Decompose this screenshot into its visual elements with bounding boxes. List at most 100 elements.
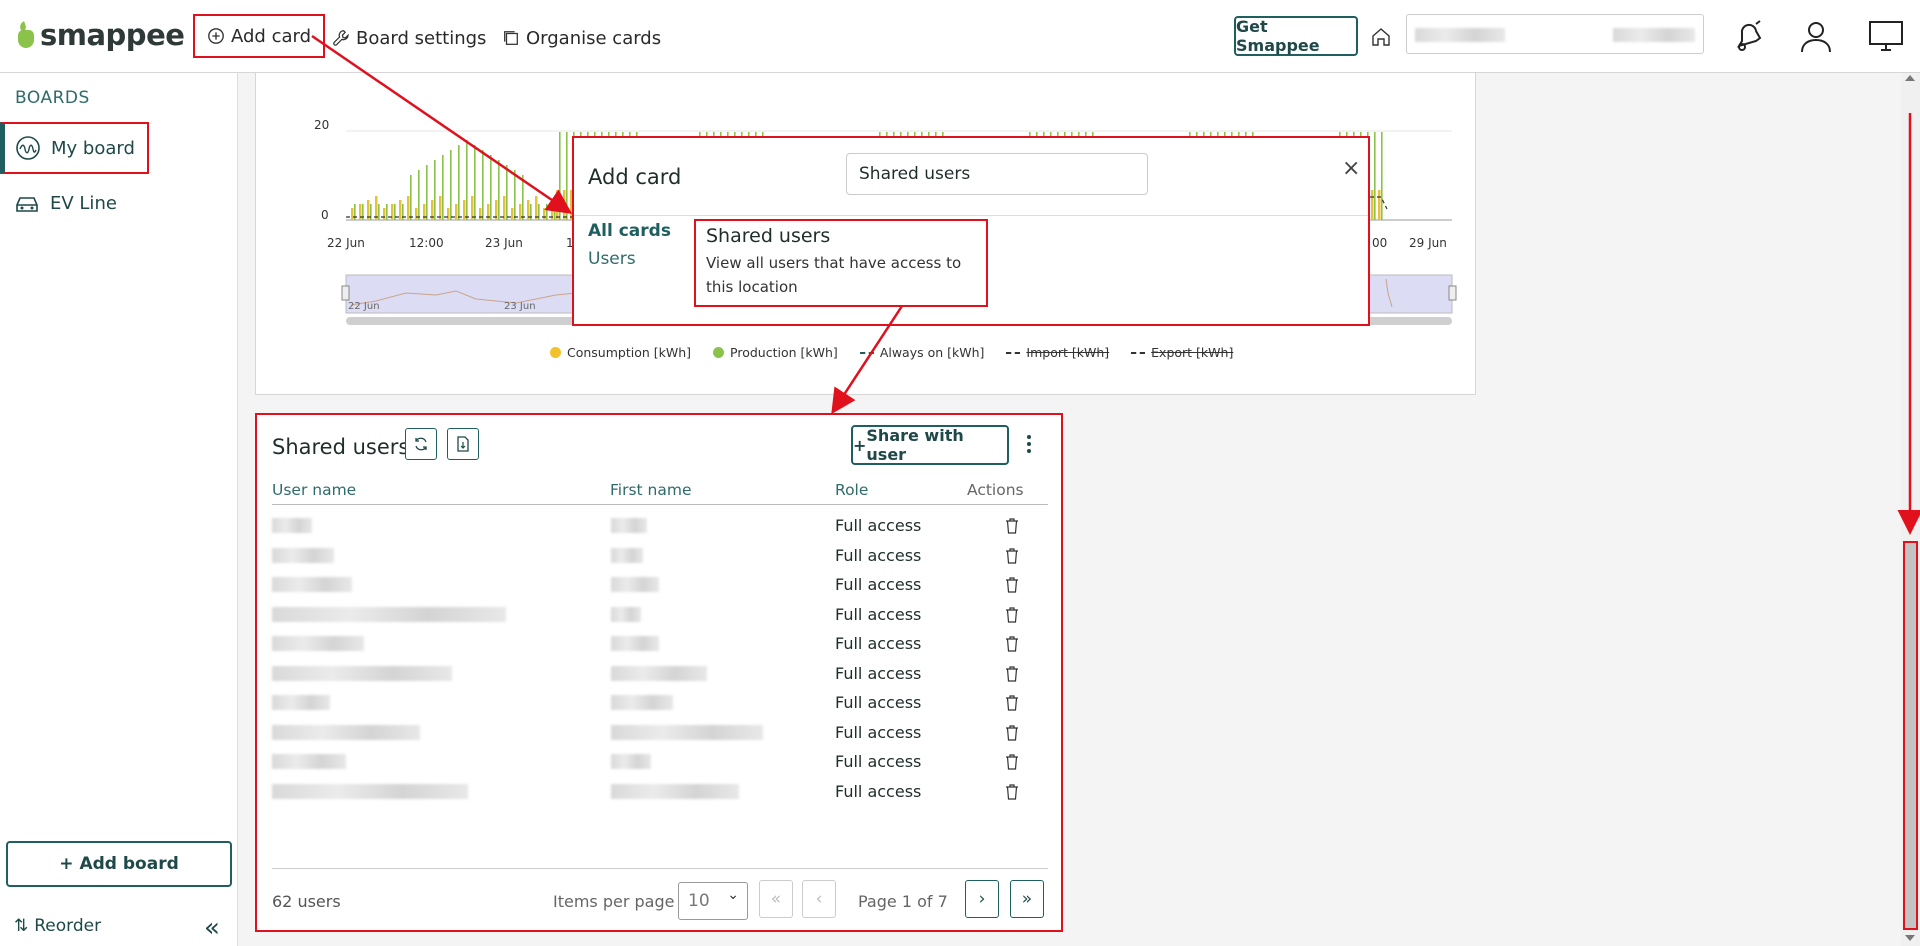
board-settings-button[interactable]: Board settings xyxy=(332,22,486,54)
add-card-button[interactable]: Add card xyxy=(193,14,326,58)
legend-label: Production [kWh] xyxy=(730,345,838,360)
organise-cards-button[interactable]: Organise cards xyxy=(502,22,661,54)
trash-icon[interactable] xyxy=(1005,606,1019,623)
consumption-bar xyxy=(543,208,546,220)
production-bar xyxy=(354,204,356,220)
add-board-label: Add board xyxy=(79,854,179,874)
column-header-first-name[interactable]: First name xyxy=(610,481,692,499)
refresh-button[interactable] xyxy=(405,428,437,460)
reorder-button[interactable]: ⇅ Reorder xyxy=(14,916,101,936)
legend-dot-icon xyxy=(713,347,725,358)
redacted-user-name xyxy=(272,636,364,651)
legend-label: Import [kWh] xyxy=(1026,345,1110,360)
legend-item-production[interactable]: Production [kWh] xyxy=(713,345,838,360)
table-row: Full access xyxy=(272,780,1048,804)
production-bar xyxy=(474,145,476,220)
redacted-user-name xyxy=(272,665,452,681)
production-bar xyxy=(538,204,540,220)
trash-icon[interactable] xyxy=(1005,518,1019,534)
monitor-icon[interactable] xyxy=(1868,18,1904,54)
trash-icon[interactable] xyxy=(1005,636,1019,652)
location-selector[interactable] xyxy=(1406,14,1704,54)
production-bar xyxy=(466,140,468,220)
previous-page-button[interactable]: ‹ xyxy=(802,880,836,918)
role-cell: Full access xyxy=(835,604,922,624)
production-bar xyxy=(530,204,532,220)
trash-icon[interactable] xyxy=(1005,754,1019,770)
last-page-button[interactable]: » xyxy=(1010,880,1044,918)
redacted-location-id xyxy=(1613,28,1695,42)
legend-item-import[interactable]: Import [kWh] xyxy=(1006,345,1109,360)
trash-icon[interactable] xyxy=(1005,724,1019,741)
production-bar xyxy=(566,132,568,220)
reorder-label: Reorder xyxy=(34,916,102,936)
table-row: Full access xyxy=(272,662,1048,686)
production-bar xyxy=(386,204,388,220)
collapse-sidebar-icon[interactable]: « xyxy=(204,913,220,943)
consumption-bar xyxy=(556,190,559,220)
export-button[interactable] xyxy=(447,428,479,460)
home-icon[interactable] xyxy=(1370,26,1392,48)
share-with-user-button[interactable]: + Share with user xyxy=(851,425,1009,465)
brand-name: smappee xyxy=(40,18,185,52)
legend-item-consumption[interactable]: Consumption [kWh] xyxy=(550,345,691,360)
production-bar xyxy=(490,155,492,220)
consumption-bar xyxy=(415,208,418,220)
consumption-bar xyxy=(487,204,490,220)
user-icon[interactable] xyxy=(1798,18,1834,54)
items-per-page-select[interactable]: 10 xyxy=(678,882,748,920)
redacted-first-name xyxy=(611,547,643,563)
consumption-bar xyxy=(479,208,482,220)
x-tick-label: 22 Jun xyxy=(327,236,365,250)
legend-item-export[interactable]: Export [kWh] xyxy=(1131,345,1233,360)
smappee-logo[interactable]: smappee xyxy=(16,18,185,52)
legend-dash-icon xyxy=(1006,351,1021,354)
board-settings-label: Board settings xyxy=(356,27,487,49)
result-title: Shared users xyxy=(706,225,831,247)
redacted-first-name xyxy=(611,695,673,710)
production-bar xyxy=(426,165,428,220)
get-smappee-button[interactable]: Get Smappee xyxy=(1234,16,1358,56)
table-row: Full access xyxy=(272,750,1048,774)
production-bar xyxy=(370,204,372,220)
add-card-label: Add card xyxy=(231,25,312,47)
header-divider xyxy=(272,504,1048,505)
card-result-shared-users[interactable]: Shared users View all users that have ac… xyxy=(694,219,988,307)
legend-label: Consumption [kWh] xyxy=(567,345,692,360)
legend-item-always-on[interactable]: Always on [kWh] xyxy=(859,345,984,360)
trash-icon[interactable] xyxy=(1005,783,1019,800)
navigator-tick-label: 23 Jun xyxy=(504,301,536,312)
scrollbar-thumb[interactable] xyxy=(1903,541,1918,930)
next-page-button[interactable]: › xyxy=(965,880,999,918)
shared-users-card: Shared users + Share with user User name… xyxy=(255,413,1063,932)
role-cell: Full access xyxy=(835,634,922,653)
scroll-down-arrow-icon[interactable] xyxy=(1905,935,1915,941)
consumption-bar xyxy=(563,190,566,220)
trash-icon[interactable] xyxy=(1005,577,1019,593)
consumption-bar xyxy=(351,208,354,220)
column-header-role[interactable]: Role xyxy=(835,481,868,499)
close-icon[interactable]: × xyxy=(1342,156,1360,181)
legend-dash-icon xyxy=(1131,351,1146,354)
category-users[interactable]: Users xyxy=(588,249,636,269)
wave-icon xyxy=(16,136,40,160)
consumption-bar xyxy=(1371,190,1374,220)
scroll-up-arrow-icon[interactable] xyxy=(1905,75,1915,81)
first-page-button[interactable]: « xyxy=(759,880,793,918)
column-header-user-name[interactable]: User name xyxy=(272,481,356,499)
more-options-icon[interactable] xyxy=(1025,435,1033,457)
trash-icon[interactable] xyxy=(1005,695,1019,711)
production-bar xyxy=(506,165,508,220)
bell-icon[interactable] xyxy=(1730,18,1766,54)
trash-icon[interactable] xyxy=(1005,665,1019,682)
sidebar-item-my-board[interactable]: My board xyxy=(0,122,149,174)
role-cell: Full access xyxy=(835,752,922,771)
sidebar-item-ev-line[interactable]: EV Line xyxy=(0,177,117,229)
production-bar xyxy=(418,170,420,220)
category-all-cards[interactable]: All cards xyxy=(588,221,671,241)
trash-icon[interactable] xyxy=(1005,547,1019,564)
consumption-bar xyxy=(399,200,402,220)
card-search-input[interactable] xyxy=(846,153,1148,195)
add-board-button[interactable]: + Add board xyxy=(6,841,232,887)
x-tick-label: 23 Jun xyxy=(485,236,523,250)
